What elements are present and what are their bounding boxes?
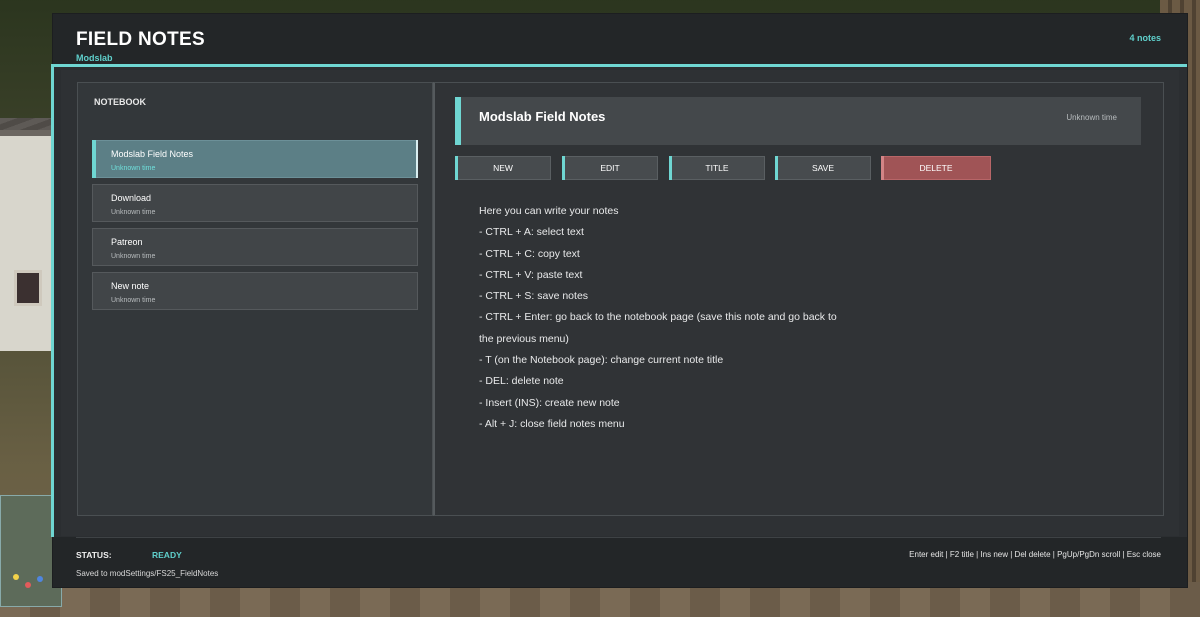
note-item-modslab-field-notes[interactable]: Modslab Field Notes Unknown time: [92, 140, 418, 178]
app-title: FIELD NOTES: [76, 29, 205, 50]
note-body-line: - Insert (INS): create new note: [479, 396, 620, 409]
minimap-marker-icon: [25, 582, 31, 588]
note-body-line: - CTRL + Enter: go back to the notebook …: [479, 311, 837, 324]
background-house-window: [14, 270, 42, 306]
status-divider: [76, 537, 1161, 538]
minimap-marker-icon: [37, 576, 43, 582]
note-title: Download: [111, 193, 152, 203]
note-body-line: - DEL: delete note: [479, 375, 564, 388]
new-button[interactable]: NEW: [455, 156, 551, 180]
window-header: FIELD NOTES Modslab 4 notes: [53, 14, 1187, 65]
note-item-download[interactable]: Download Unknown time: [92, 184, 418, 222]
left-accent-line: [51, 64, 54, 537]
note-title: Modslab Field Notes: [111, 149, 194, 159]
note-body-text[interactable]: Here you can write your notes - CTRL + A…: [479, 201, 899, 435]
notebook-label: NOTEBOOK: [94, 97, 147, 107]
field-notes-window: FIELD NOTES Modslab 4 notes NOTEBOOK Mod…: [51, 14, 1187, 587]
note-title: New note: [111, 281, 150, 291]
background-ground: [0, 582, 1200, 617]
note-list: Modslab Field Notes Unknown time Downloa…: [92, 140, 418, 316]
note-item-new-note[interactable]: New note Unknown time: [92, 272, 418, 310]
delete-button[interactable]: DELETE: [881, 156, 991, 180]
status-value: READY: [152, 550, 182, 560]
note-time: Unknown time: [111, 253, 156, 260]
note-body-line: the previous menu): [479, 332, 569, 345]
note-body-line: - CTRL + C: copy text: [479, 247, 580, 260]
main-content: NOTEBOOK Modslab Field Notes Unknown tim…: [61, 70, 1179, 536]
note-time: Unknown time: [111, 165, 156, 172]
editor-toolbar: NEW EDIT TITLE SAVE DELETE: [455, 156, 1015, 180]
notebook-panel: NOTEBOOK Modslab Field Notes Unknown tim…: [77, 82, 433, 516]
title-button[interactable]: TITLE: [669, 156, 765, 180]
editor-header: Modslab Field Notes Unknown time: [455, 97, 1141, 145]
note-body-line: - Alt + J: close field notes menu: [479, 417, 625, 430]
status-bar: STATUS: READY Saved to modSettings/FS25_…: [53, 537, 1187, 587]
note-item-patreon[interactable]: Patreon Unknown time: [92, 228, 418, 266]
note-time: Unknown time: [111, 297, 156, 304]
note-body-line: - CTRL + S: save notes: [479, 290, 589, 303]
note-body-line: - CTRL + A: select text: [479, 226, 584, 239]
note-count: 4 notes: [1129, 33, 1161, 43]
header-accent-line: [53, 64, 1187, 67]
background-house: [0, 130, 52, 351]
edit-button[interactable]: EDIT: [562, 156, 658, 180]
save-button[interactable]: SAVE: [775, 156, 871, 180]
note-body-line: Here you can write your notes: [479, 205, 619, 217]
saved-path-text: Saved to modSettings/FS25_FieldNotes: [76, 569, 219, 578]
editor-panel: Modslab Field Notes Unknown time NEW EDI…: [433, 82, 1164, 516]
minimap-marker-icon: [13, 574, 19, 580]
keyboard-shortcuts-hint: Enter edit | F2 title | Ins new | Del de…: [909, 550, 1161, 559]
note-body-line: - T (on the Notebook page): change curre…: [479, 354, 724, 367]
note-title: Patreon: [111, 237, 143, 247]
note-time: Unknown time: [111, 209, 156, 216]
editor-note-time: Unknown time: [1066, 113, 1117, 122]
note-body-line: - CTRL + V: paste text: [479, 268, 583, 281]
app-subtitle: Modslab: [76, 53, 113, 63]
status-label: STATUS:: [76, 550, 112, 560]
editor-note-title: Modslab Field Notes: [479, 109, 606, 124]
